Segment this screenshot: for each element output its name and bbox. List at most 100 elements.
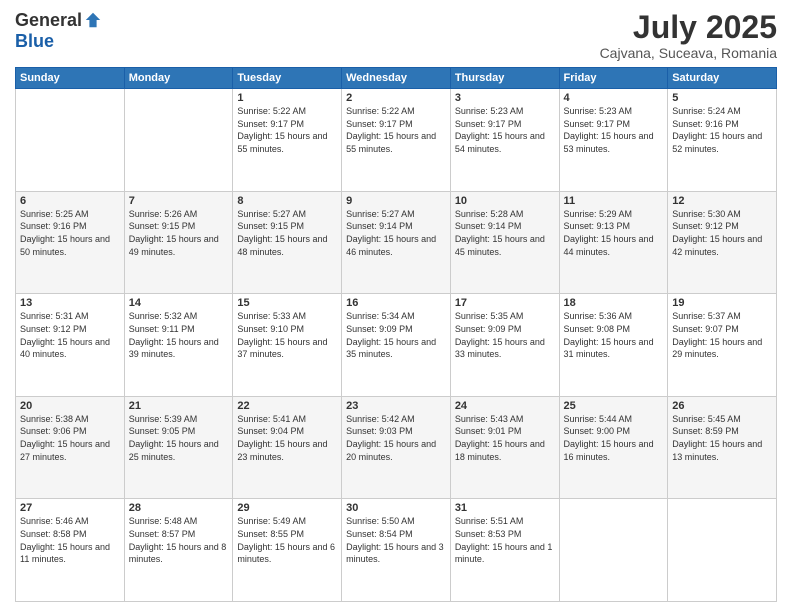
calendar-cell: 18Sunrise: 5:36 AMSunset: 9:08 PMDayligh… (559, 294, 668, 397)
day-header-saturday: Saturday (668, 68, 777, 89)
day-number: 28 (129, 502, 229, 514)
calendar-cell: 26Sunrise: 5:45 AMSunset: 8:59 PMDayligh… (668, 396, 777, 499)
calendar-cell: 1Sunrise: 5:22 AMSunset: 9:17 PMDaylight… (233, 89, 342, 192)
day-header-friday: Friday (559, 68, 668, 89)
calendar-cell: 24Sunrise: 5:43 AMSunset: 9:01 PMDayligh… (450, 396, 559, 499)
day-info: Sunrise: 5:31 AMSunset: 9:12 PMDaylight:… (20, 310, 120, 360)
day-number: 2 (346, 92, 446, 104)
day-info: Sunrise: 5:50 AMSunset: 8:54 PMDaylight:… (346, 515, 446, 565)
calendar-cell: 17Sunrise: 5:35 AMSunset: 9:09 PMDayligh… (450, 294, 559, 397)
day-number: 30 (346, 502, 446, 514)
day-header-thursday: Thursday (450, 68, 559, 89)
day-number: 10 (455, 195, 555, 207)
logo: General Blue (15, 10, 102, 52)
calendar-cell: 14Sunrise: 5:32 AMSunset: 9:11 PMDayligh… (124, 294, 233, 397)
day-number: 14 (129, 297, 229, 309)
calendar-cell: 29Sunrise: 5:49 AMSunset: 8:55 PMDayligh… (233, 499, 342, 602)
logo-general-text: General (15, 10, 82, 31)
day-info: Sunrise: 5:41 AMSunset: 9:04 PMDaylight:… (237, 413, 337, 463)
day-info: Sunrise: 5:24 AMSunset: 9:16 PMDaylight:… (672, 105, 772, 155)
day-info: Sunrise: 5:43 AMSunset: 9:01 PMDaylight:… (455, 413, 555, 463)
header: General Blue July 2025 Cajvana, Suceava,… (15, 10, 777, 61)
day-number: 26 (672, 400, 772, 412)
day-number: 11 (564, 195, 664, 207)
day-info: Sunrise: 5:49 AMSunset: 8:55 PMDaylight:… (237, 515, 337, 565)
calendar-cell: 30Sunrise: 5:50 AMSunset: 8:54 PMDayligh… (342, 499, 451, 602)
day-number: 16 (346, 297, 446, 309)
calendar-cell: 25Sunrise: 5:44 AMSunset: 9:00 PMDayligh… (559, 396, 668, 499)
day-info: Sunrise: 5:39 AMSunset: 9:05 PMDaylight:… (129, 413, 229, 463)
calendar-cell: 20Sunrise: 5:38 AMSunset: 9:06 PMDayligh… (16, 396, 125, 499)
day-info: Sunrise: 5:32 AMSunset: 9:11 PMDaylight:… (129, 310, 229, 360)
calendar-cell: 2Sunrise: 5:22 AMSunset: 9:17 PMDaylight… (342, 89, 451, 192)
day-info: Sunrise: 5:27 AMSunset: 9:14 PMDaylight:… (346, 208, 446, 258)
location: Cajvana, Suceava, Romania (600, 45, 777, 61)
day-info: Sunrise: 5:28 AMSunset: 9:14 PMDaylight:… (455, 208, 555, 258)
day-info: Sunrise: 5:36 AMSunset: 9:08 PMDaylight:… (564, 310, 664, 360)
calendar-cell: 15Sunrise: 5:33 AMSunset: 9:10 PMDayligh… (233, 294, 342, 397)
calendar-week-4: 20Sunrise: 5:38 AMSunset: 9:06 PMDayligh… (16, 396, 777, 499)
calendar-cell: 23Sunrise: 5:42 AMSunset: 9:03 PMDayligh… (342, 396, 451, 499)
day-info: Sunrise: 5:26 AMSunset: 9:15 PMDaylight:… (129, 208, 229, 258)
calendar-cell (559, 499, 668, 602)
day-number: 19 (672, 297, 772, 309)
day-info: Sunrise: 5:45 AMSunset: 8:59 PMDaylight:… (672, 413, 772, 463)
day-header-wednesday: Wednesday (342, 68, 451, 89)
day-info: Sunrise: 5:25 AMSunset: 9:16 PMDaylight:… (20, 208, 120, 258)
day-info: Sunrise: 5:42 AMSunset: 9:03 PMDaylight:… (346, 413, 446, 463)
calendar-cell: 9Sunrise: 5:27 AMSunset: 9:14 PMDaylight… (342, 191, 451, 294)
calendar-cell: 3Sunrise: 5:23 AMSunset: 9:17 PMDaylight… (450, 89, 559, 192)
day-number: 27 (20, 502, 120, 514)
day-number: 8 (237, 195, 337, 207)
day-number: 29 (237, 502, 337, 514)
calendar-cell: 11Sunrise: 5:29 AMSunset: 9:13 PMDayligh… (559, 191, 668, 294)
calendar-week-5: 27Sunrise: 5:46 AMSunset: 8:58 PMDayligh… (16, 499, 777, 602)
day-number: 18 (564, 297, 664, 309)
calendar-header-row: SundayMondayTuesdayWednesdayThursdayFrid… (16, 68, 777, 89)
day-number: 12 (672, 195, 772, 207)
day-info: Sunrise: 5:23 AMSunset: 9:17 PMDaylight:… (455, 105, 555, 155)
calendar-cell: 28Sunrise: 5:48 AMSunset: 8:57 PMDayligh… (124, 499, 233, 602)
calendar-cell: 10Sunrise: 5:28 AMSunset: 9:14 PMDayligh… (450, 191, 559, 294)
day-info: Sunrise: 5:34 AMSunset: 9:09 PMDaylight:… (346, 310, 446, 360)
calendar-cell: 31Sunrise: 5:51 AMSunset: 8:53 PMDayligh… (450, 499, 559, 602)
calendar-cell: 13Sunrise: 5:31 AMSunset: 9:12 PMDayligh… (16, 294, 125, 397)
calendar-cell: 8Sunrise: 5:27 AMSunset: 9:15 PMDaylight… (233, 191, 342, 294)
calendar-cell: 6Sunrise: 5:25 AMSunset: 9:16 PMDaylight… (16, 191, 125, 294)
calendar-cell: 21Sunrise: 5:39 AMSunset: 9:05 PMDayligh… (124, 396, 233, 499)
calendar-cell: 4Sunrise: 5:23 AMSunset: 9:17 PMDaylight… (559, 89, 668, 192)
day-header-monday: Monday (124, 68, 233, 89)
day-number: 6 (20, 195, 120, 207)
day-info: Sunrise: 5:33 AMSunset: 9:10 PMDaylight:… (237, 310, 337, 360)
calendar-cell (124, 89, 233, 192)
day-info: Sunrise: 5:48 AMSunset: 8:57 PMDaylight:… (129, 515, 229, 565)
day-number: 22 (237, 400, 337, 412)
day-number: 15 (237, 297, 337, 309)
calendar-cell (668, 499, 777, 602)
day-number: 9 (346, 195, 446, 207)
calendar-week-1: 1Sunrise: 5:22 AMSunset: 9:17 PMDaylight… (16, 89, 777, 192)
day-info: Sunrise: 5:37 AMSunset: 9:07 PMDaylight:… (672, 310, 772, 360)
day-header-tuesday: Tuesday (233, 68, 342, 89)
calendar-cell: 5Sunrise: 5:24 AMSunset: 9:16 PMDaylight… (668, 89, 777, 192)
day-number: 23 (346, 400, 446, 412)
calendar-cell: 22Sunrise: 5:41 AMSunset: 9:04 PMDayligh… (233, 396, 342, 499)
day-number: 5 (672, 92, 772, 104)
calendar-cell: 19Sunrise: 5:37 AMSunset: 9:07 PMDayligh… (668, 294, 777, 397)
day-info: Sunrise: 5:22 AMSunset: 9:17 PMDaylight:… (346, 105, 446, 155)
day-number: 21 (129, 400, 229, 412)
day-number: 13 (20, 297, 120, 309)
calendar-week-2: 6Sunrise: 5:25 AMSunset: 9:16 PMDaylight… (16, 191, 777, 294)
day-number: 7 (129, 195, 229, 207)
month-title: July 2025 (600, 10, 777, 45)
day-info: Sunrise: 5:38 AMSunset: 9:06 PMDaylight:… (20, 413, 120, 463)
day-number: 24 (455, 400, 555, 412)
day-info: Sunrise: 5:30 AMSunset: 9:12 PMDaylight:… (672, 208, 772, 258)
day-info: Sunrise: 5:35 AMSunset: 9:09 PMDaylight:… (455, 310, 555, 360)
logo-icon (84, 11, 102, 29)
calendar-cell: 12Sunrise: 5:30 AMSunset: 9:12 PMDayligh… (668, 191, 777, 294)
calendar-cell (16, 89, 125, 192)
day-info: Sunrise: 5:51 AMSunset: 8:53 PMDaylight:… (455, 515, 555, 565)
calendar-week-3: 13Sunrise: 5:31 AMSunset: 9:12 PMDayligh… (16, 294, 777, 397)
day-number: 4 (564, 92, 664, 104)
